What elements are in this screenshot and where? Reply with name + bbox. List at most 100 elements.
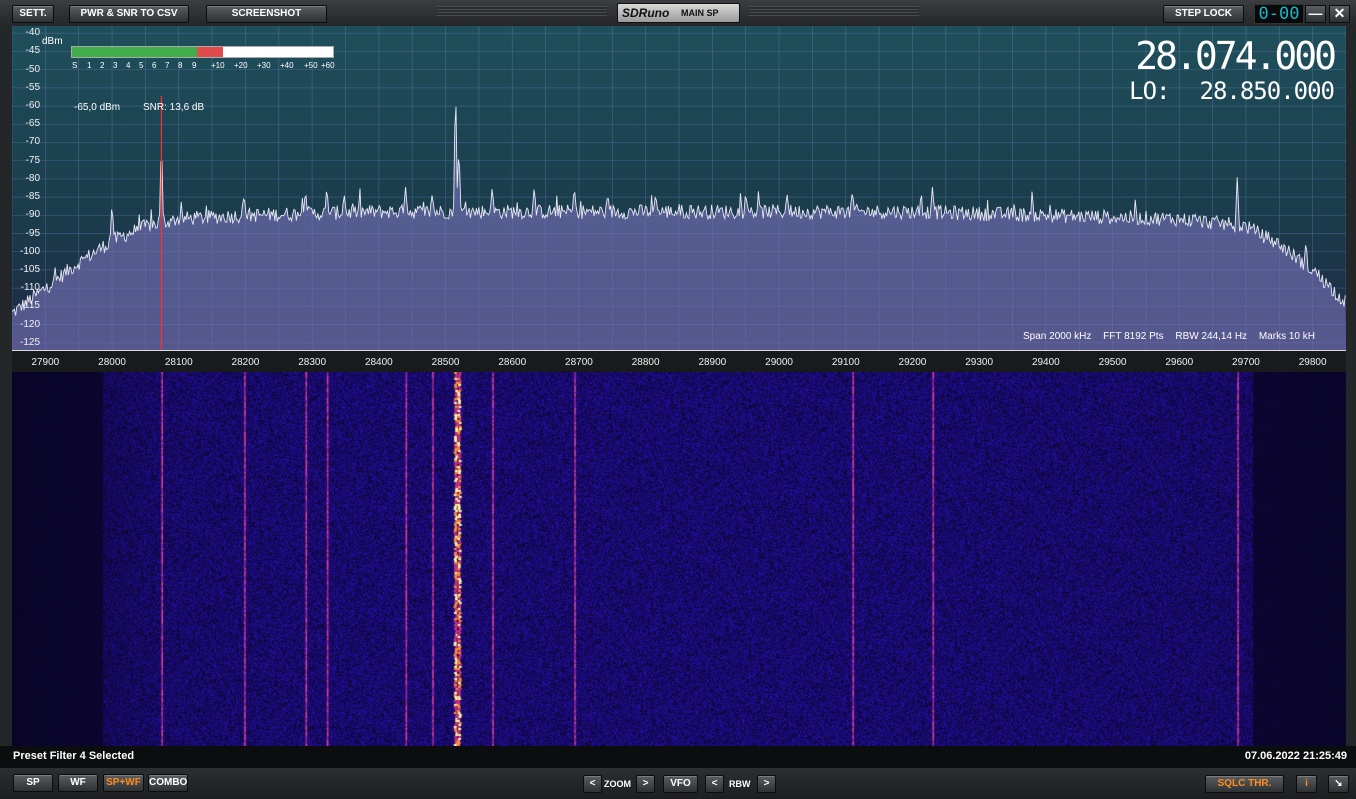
- lo-display[interactable]: LO: 28.850.000: [1129, 77, 1335, 105]
- s-meter-tick: 8: [178, 61, 183, 70]
- window-title-text: MAIN SP: [681, 8, 719, 18]
- y-tick-label: -40: [25, 27, 40, 39]
- x-tick-label: 28700: [565, 357, 593, 368]
- step-lock-button[interactable]: STEP LOCK: [1163, 5, 1244, 23]
- rbw-label: RBW: [729, 779, 751, 789]
- x-tick-label: 28900: [698, 357, 727, 368]
- y-tick-label: -60: [25, 100, 40, 112]
- status-message: Preset Filter 4 Selected: [13, 750, 135, 762]
- spwf-button[interactable]: SP+WF: [103, 774, 144, 792]
- s-meter-tick: 9: [192, 61, 197, 70]
- s-meter-tick: 3: [113, 61, 118, 70]
- info-icon[interactable]: i: [1296, 775, 1317, 793]
- s-meter: [71, 46, 334, 58]
- power-readout: -65,0 dBm: [74, 102, 121, 113]
- y-tick-label: -80: [25, 172, 40, 184]
- s-meter-red: [197, 47, 224, 57]
- x-tick-label: 29300: [965, 357, 994, 368]
- drag-grip-left[interactable]: [437, 6, 607, 18]
- y-axis-unit: dBm: [42, 36, 63, 47]
- y-axis-labels: -40 -45 -50 -55 -60 -65 -70 -75 -80 -85 -90 -95 -100…: [12, 26, 42, 350]
- x-tick-label: 28400: [364, 357, 393, 368]
- x-tick-label: 28300: [298, 357, 327, 368]
- x-tick-label: 29200: [898, 357, 927, 368]
- s-meter-tick: 1: [87, 61, 92, 70]
- x-tick-label: 29700: [1232, 357, 1260, 368]
- combo-button[interactable]: COMBO: [148, 774, 188, 792]
- spectrum-info: Span 2000 kHz FFT 8192 Pts RBW 244,14 Hz…: [1023, 331, 1324, 342]
- y-tick-label: -105: [19, 263, 40, 275]
- y-tick-label: -115: [20, 300, 40, 312]
- x-tick-label: 29800: [1298, 357, 1327, 368]
- x-tick-label: 29000: [765, 357, 793, 368]
- lo-value: 28.850.000: [1199, 77, 1335, 105]
- y-tick-label: -75: [25, 154, 40, 166]
- y-tick-label: -95: [25, 227, 40, 239]
- s-meter-tick: 2: [100, 61, 105, 70]
- bottom-toolbar: SP WF SP+WF COMBO < ZOOM > VFO < RBW > S…: [0, 768, 1356, 799]
- window-title: SDRuno MAIN SP: [617, 3, 740, 23]
- minimize-icon[interactable]: —: [1305, 5, 1326, 23]
- s-meter-tick: 7: [165, 61, 170, 70]
- screenshot-button[interactable]: SCREENSHOT: [206, 5, 327, 23]
- x-tick-label: 29600: [1165, 357, 1194, 368]
- x-tick-label: 28800: [631, 357, 660, 368]
- x-tick-label: 27900: [31, 357, 60, 368]
- rbw-info: RBW 244,14 Hz: [1175, 331, 1248, 342]
- s-meter-green: [72, 47, 198, 57]
- close-icon[interactable]: ✕: [1329, 5, 1350, 23]
- frame-left: [0, 26, 12, 746]
- y-tick-label: -70: [25, 136, 40, 148]
- s-meter-tick: +50: [304, 61, 318, 70]
- s-meter-tick: +40: [280, 61, 294, 70]
- export-csv-button[interactable]: PWR & SNR TO CSV: [69, 5, 189, 23]
- y-tick-label: -55: [25, 81, 40, 93]
- x-tick-label: 28200: [231, 357, 260, 368]
- s-meter-tick: 6: [152, 61, 157, 70]
- y-tick-label: -65: [25, 118, 40, 130]
- y-tick-label: -100: [19, 245, 40, 257]
- x-tick-label: 29500: [1098, 357, 1127, 368]
- drag-grip-right[interactable]: [749, 6, 919, 18]
- status-datetime: 07.06.2022 21:25:49: [1244, 750, 1347, 762]
- s-meter-scale: S 1 2 3 4 5 6 7 8 9 +10 +20 +30 +40 +50 +60: [68, 61, 343, 71]
- sqlc-threshold-button[interactable]: SQLC THR.: [1205, 775, 1284, 793]
- status-bar: Preset Filter 4 Selected 07.06.2022 21:2…: [0, 746, 1356, 768]
- y-tick-label: -120: [19, 318, 40, 330]
- x-tick-label: 28600: [498, 357, 527, 368]
- x-tick-label: 28100: [164, 357, 193, 368]
- x-tick-label: 28500: [431, 357, 460, 368]
- s-meter-tick: 5: [139, 61, 144, 70]
- s-meter-tick: +30: [257, 61, 271, 70]
- vfo-button[interactable]: VFO: [663, 775, 698, 793]
- settings-button[interactable]: SETT.: [12, 5, 54, 23]
- wf-button[interactable]: WF: [58, 774, 98, 792]
- channel-display: 0-00: [1254, 4, 1304, 24]
- sp-button[interactable]: SP: [13, 774, 53, 792]
- s-meter-tick: +10: [211, 61, 225, 70]
- span-info: Span 2000 kHz: [1023, 331, 1092, 342]
- s-meter-tick: 4: [126, 61, 131, 70]
- frame-right: [1346, 26, 1356, 746]
- zoom-in-button[interactable]: >: [636, 775, 655, 793]
- frequency-axis[interactable]: 27900 28000 28100 28200 28300 28400 28500 28600…: [12, 350, 1346, 373]
- x-tick-label: 29100: [831, 357, 860, 368]
- y-tick-label: -110: [20, 282, 40, 294]
- s-meter-tick: S: [72, 61, 78, 70]
- zoom-out-button[interactable]: <: [583, 775, 602, 793]
- zoom-label: ZOOM: [604, 779, 631, 789]
- resize-icon[interactable]: ↘: [1328, 775, 1349, 793]
- s-meter-tick: +20: [234, 61, 248, 70]
- snr-readout: SNR: 13,6 dB: [143, 102, 205, 113]
- frequency-display[interactable]: 28.074.000: [1135, 34, 1337, 78]
- fft-info: FFT 8192 Pts: [1103, 331, 1164, 342]
- y-tick-label: -125: [19, 336, 40, 348]
- waterfall-display[interactable]: [12, 372, 1346, 746]
- y-tick-label: -45: [25, 45, 40, 57]
- y-tick-label: -50: [25, 63, 40, 75]
- s-meter-tick: +60: [321, 61, 335, 70]
- toolbar: SETT. PWR & SNR TO CSV SCREENSHOT SDRuno…: [0, 0, 1356, 27]
- marks-info: Marks 10 kH: [1258, 331, 1315, 342]
- rbw-down-button[interactable]: <: [705, 775, 724, 793]
- rbw-up-button[interactable]: >: [757, 775, 776, 793]
